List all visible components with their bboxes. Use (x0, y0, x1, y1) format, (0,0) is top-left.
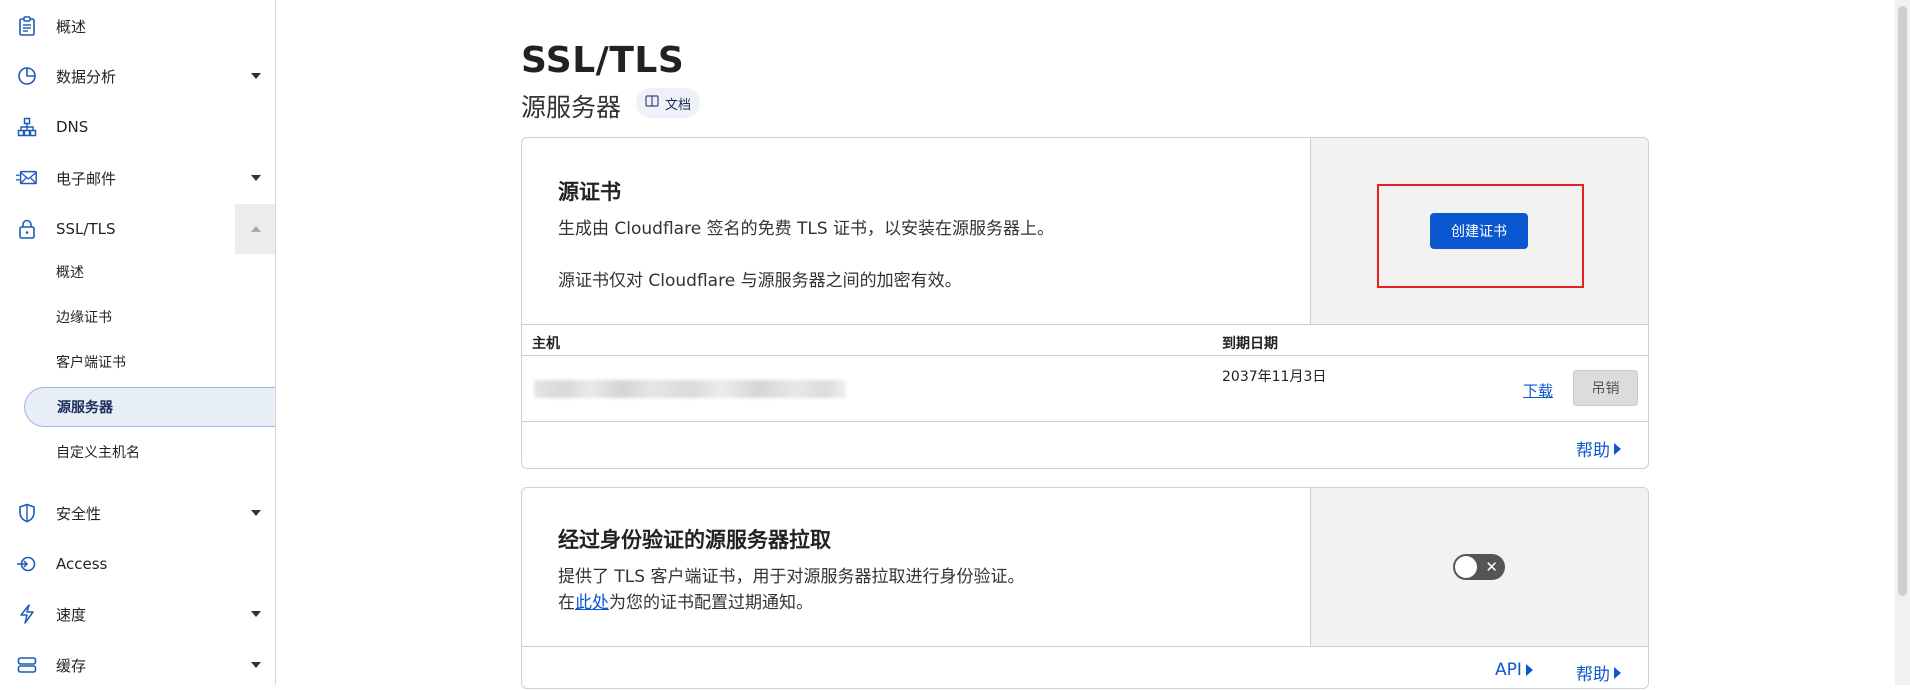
card-description: 源证书 生成由 Cloudflare 签名的免费 TLS 证书，以安装在源服务器… (522, 138, 1310, 324)
sidebar-item-overview[interactable]: 概述 (0, 1, 275, 51)
page-subtitle: 源服务器 (521, 93, 622, 122)
triangle-right-icon (1614, 666, 1621, 679)
page-title: SSL/TLS (521, 40, 685, 81)
sidebar-item-label: 电子邮件 (56, 169, 117, 188)
sidebar: 概述 数据分析 DNS 电子邮件 SSL/TLS 概述 边缘证书 客户端证书 源… (0, 0, 276, 685)
card-description-line: 在此处为您的证书配置过期通知。 (558, 588, 813, 613)
card-title: 源证书 (558, 180, 621, 204)
notification-settings-link[interactable]: 此处 (575, 593, 609, 613)
scrollbar[interactable] (1895, 0, 1910, 685)
sidebar-item-email[interactable]: 电子邮件 (0, 153, 275, 203)
help-link[interactable]: 帮助 (1576, 436, 1621, 461)
chevron-down-icon (251, 73, 261, 79)
access-icon (16, 553, 38, 575)
download-link[interactable]: 下载 (1523, 380, 1553, 401)
chevron-down-icon (251, 510, 261, 516)
card-description-line: 提供了 TLS 客户端证书，用于对源服务器拉取进行身份验证。 (558, 567, 1025, 587)
sidebar-item-caching[interactable]: 缓存 (0, 640, 275, 690)
chevron-down-icon (251, 662, 261, 668)
table-row: 2037年11月3日 下载 吊销 (522, 356, 1648, 422)
sidebar-item-security[interactable]: 安全性 (0, 488, 275, 538)
network-icon (16, 116, 38, 138)
sidebar-item-speed[interactable]: 速度 (0, 589, 275, 639)
chevron-down-icon (251, 175, 261, 181)
column-header-host: 主机 (532, 336, 560, 352)
envelope-icon (16, 167, 38, 189)
help-label: 帮助 (1576, 665, 1610, 685)
sidebar-sub-item-label: 客户端证书 (56, 355, 126, 371)
sidebar-item-label: 缓存 (56, 656, 87, 675)
card-description-line: 源证书仅对 Cloudflare 与源服务器之间的加密有效。 (558, 271, 962, 291)
sidebar-item-ssl-tls[interactable]: SSL/TLS (0, 204, 275, 254)
pie-chart-icon (16, 65, 38, 87)
card-title: 经过身份验证的源服务器拉取 (558, 528, 831, 552)
sidebar-item-label: 概述 (56, 17, 87, 36)
docs-label: 文档 (665, 97, 692, 113)
card-description: 经过身份验证的源服务器拉取 提供了 TLS 客户端证书，用于对源服务器拉取进行身… (522, 488, 1310, 646)
chevron-up-icon (251, 226, 261, 232)
card-action-panel: ✕ (1310, 488, 1648, 646)
triangle-right-icon (1614, 442, 1621, 455)
column-header-expiry: 到期日期 (1222, 336, 1278, 352)
sidebar-sub-item-origin-server[interactable]: 源服务器 (24, 387, 275, 427)
api-label: API (1495, 660, 1522, 680)
help-link[interactable]: 帮助 (1576, 660, 1621, 685)
clipboard-icon (16, 15, 38, 37)
sidebar-sub-item-client-certificates[interactable]: 客户端证书 (0, 342, 275, 382)
shield-icon (16, 502, 38, 524)
sidebar-sub-item-label: 边缘证书 (56, 310, 112, 326)
host-value-redacted (534, 380, 846, 398)
card-description-line: 生成由 Cloudflare 签名的免费 TLS 证书，以安装在源服务器上。 (558, 219, 1055, 239)
sidebar-item-label: 速度 (56, 605, 87, 624)
sidebar-sub-item-label: 概述 (56, 265, 84, 281)
revoke-button[interactable]: 吊销 (1573, 370, 1638, 406)
table-header: 主机 到期日期 (522, 324, 1648, 356)
sidebar-item-label: SSL/TLS (56, 220, 116, 238)
docs-link[interactable]: 文档 (636, 88, 701, 118)
sidebar-item-dns[interactable]: DNS (0, 102, 275, 152)
highlight-annotation (1377, 184, 1584, 288)
database-icon (16, 654, 38, 676)
toggle-knob (1455, 556, 1477, 578)
sidebar-sub-item-label: 自定义主机名 (56, 445, 140, 461)
sidebar-item-label: Access (56, 555, 108, 573)
close-icon: ✕ (1485, 558, 1498, 576)
authenticated-pull-toggle[interactable]: ✕ (1453, 554, 1505, 580)
sidebar-item-label: 数据分析 (56, 67, 117, 86)
scrollbar-thumb[interactable] (1898, 6, 1907, 596)
divider (522, 646, 1648, 647)
sidebar-sub-item-overview[interactable]: 概述 (0, 252, 275, 292)
sidebar-sub-item-edge-certificates[interactable]: 边缘证书 (0, 297, 275, 337)
expiry-date: 2037年11月3日 (1222, 369, 1327, 385)
lightning-icon (16, 603, 38, 625)
sidebar-item-analytics[interactable]: 数据分析 (0, 51, 275, 101)
text-suffix: 为您的证书配置过期通知。 (609, 593, 813, 613)
help-label: 帮助 (1576, 441, 1610, 461)
triangle-right-icon (1525, 664, 1533, 676)
api-link[interactable]: API (1495, 660, 1533, 680)
lock-icon (16, 218, 38, 240)
sidebar-item-label: DNS (56, 118, 89, 136)
book-icon (645, 95, 659, 111)
sidebar-sub-item-label: 源服务器 (57, 400, 113, 416)
sidebar-item-label: 安全性 (56, 504, 102, 523)
sidebar-sub-item-custom-hostnames[interactable]: 自定义主机名 (0, 432, 275, 472)
text-prefix: 在 (558, 593, 575, 613)
sidebar-item-access[interactable]: Access (0, 539, 275, 589)
chevron-down-icon (251, 611, 261, 617)
authenticated-origin-pulls-card: 经过身份验证的源服务器拉取 提供了 TLS 客户端证书，用于对源服务器拉取进行身… (521, 487, 1649, 689)
